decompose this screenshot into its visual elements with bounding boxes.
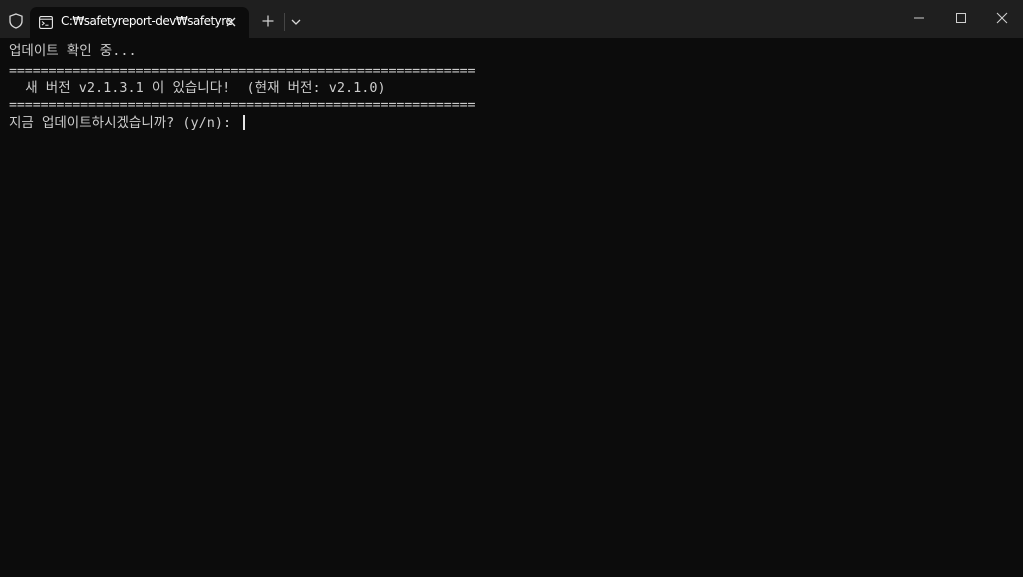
chevron-down-icon[interactable] xyxy=(291,19,301,25)
close-tab-icon[interactable] xyxy=(224,15,238,29)
status-line: 업데이트 확인 중... xyxy=(9,43,137,59)
prompt-line[interactable]: 지금 업데이트하시겠습니까? (y/n): xyxy=(9,115,245,132)
title-bar[interactable]: C:₩safetyreport-dev₩safetyre xyxy=(0,0,1023,38)
terminal-window: C:₩safetyreport-dev₩safetyre 업데이트 확인 중..… xyxy=(0,0,1023,577)
text-cursor xyxy=(243,115,245,130)
update-prompt: 지금 업데이트하시겠습니까? (y/n): xyxy=(9,115,240,131)
maximize-icon[interactable] xyxy=(955,12,967,24)
shield-icon[interactable] xyxy=(8,13,24,29)
separator-top: ========================================… xyxy=(9,64,476,79)
close-icon[interactable] xyxy=(996,12,1008,24)
terminal-tab[interactable]: C:₩safetyreport-dev₩safetyre xyxy=(30,7,249,38)
new-tab-icon[interactable] xyxy=(262,15,274,27)
update-available-message: 새 버전 v2.1.3.1 이 있습니다! (현재 버전: v2.1.0) xyxy=(9,80,386,96)
terminal-output[interactable]: 업데이트 확인 중... ===========================… xyxy=(0,38,1023,577)
tab-divider xyxy=(284,13,285,31)
separator-bottom: ========================================… xyxy=(9,98,476,113)
terminal-icon xyxy=(39,16,53,29)
minimize-icon[interactable] xyxy=(913,12,925,24)
tab-title: C:₩safetyreport-dev₩safetyre xyxy=(61,14,233,28)
